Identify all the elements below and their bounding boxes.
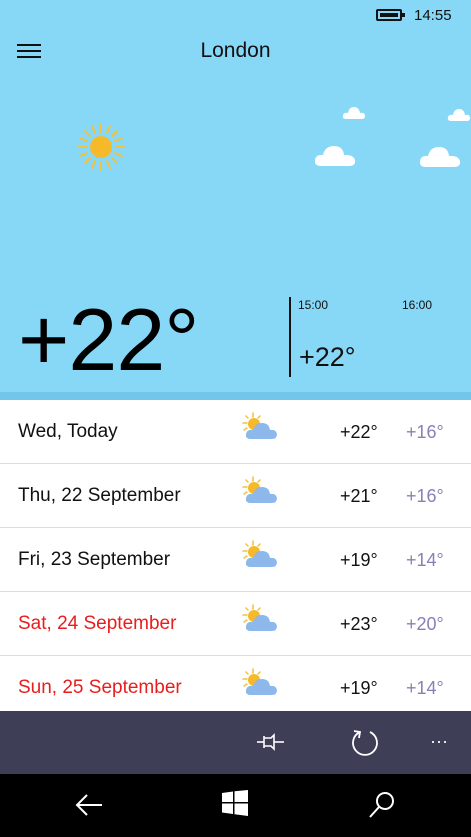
partly-cloudy-icon <box>242 476 277 503</box>
battery-icon <box>376 9 405 21</box>
forecast-day: Thu, 22 September <box>18 485 181 506</box>
forecast-day: Sun, 25 September <box>18 677 182 698</box>
hourly-divider <box>289 297 291 377</box>
search-icon[interactable] <box>368 790 396 820</box>
partly-cloudy-icon <box>242 412 277 439</box>
partly-cloudy-icon <box>242 604 277 631</box>
partly-cloudy-icon <box>242 668 277 695</box>
forecast-day: Fri, 23 September <box>18 549 171 570</box>
forecast-low: +14° <box>406 550 444 570</box>
forecast-low: +20° <box>406 614 444 634</box>
forecast-high: +19° <box>340 678 378 698</box>
status-time: 14:55 <box>414 7 452 24</box>
forecast-day: Wed, Today <box>18 421 118 442</box>
status-bar: 14:55 <box>0 0 471 32</box>
refresh-icon[interactable] <box>350 727 380 757</box>
cloud-icon <box>342 107 365 119</box>
forecast-row[interactable]: Fri, 23 September +19° +14° <box>0 528 471 592</box>
system-nav-bar <box>0 774 471 837</box>
hourly-time: 15:00 <box>298 298 329 312</box>
cloud-icon <box>447 109 470 121</box>
forecast-high: +19° <box>340 550 378 570</box>
hourly-time: 16:00 <box>402 298 433 312</box>
pin-icon[interactable] <box>256 733 286 751</box>
app-bar: ··· <box>0 711 471 774</box>
cloud-icon <box>419 147 461 167</box>
forecast-high: +23° <box>340 614 378 634</box>
current-temperature: +22° <box>18 290 199 389</box>
forecast-row[interactable]: Wed, Today +22° +16° <box>0 400 471 464</box>
city-title: London <box>200 39 271 62</box>
forecast-day: Sat, 24 September <box>18 613 177 634</box>
partly-cloudy-icon <box>242 540 277 567</box>
forecast-high: +21° <box>340 486 378 506</box>
windows-start-icon[interactable] <box>222 790 248 816</box>
cloud-icon <box>314 146 356 166</box>
forecast-row[interactable]: Sat, 24 September +23° +20° <box>0 592 471 656</box>
forecast-low: +16° <box>406 422 444 442</box>
forecast-low: +14° <box>406 678 444 698</box>
forecast-low: +16° <box>406 486 444 506</box>
forecast-row[interactable]: Thu, 22 September +21° +16° <box>0 464 471 528</box>
back-arrow-icon[interactable] <box>74 790 104 820</box>
more-options-button[interactable]: ··· <box>430 731 448 752</box>
sky-divider <box>0 392 471 400</box>
forecast-list: Wed, Today +22° +16° Thu, 22 September +… <box>0 400 471 720</box>
forecast-high: +22° <box>340 422 378 442</box>
hourly-temperature: +22° <box>299 342 356 372</box>
sun-icon <box>77 123 125 171</box>
